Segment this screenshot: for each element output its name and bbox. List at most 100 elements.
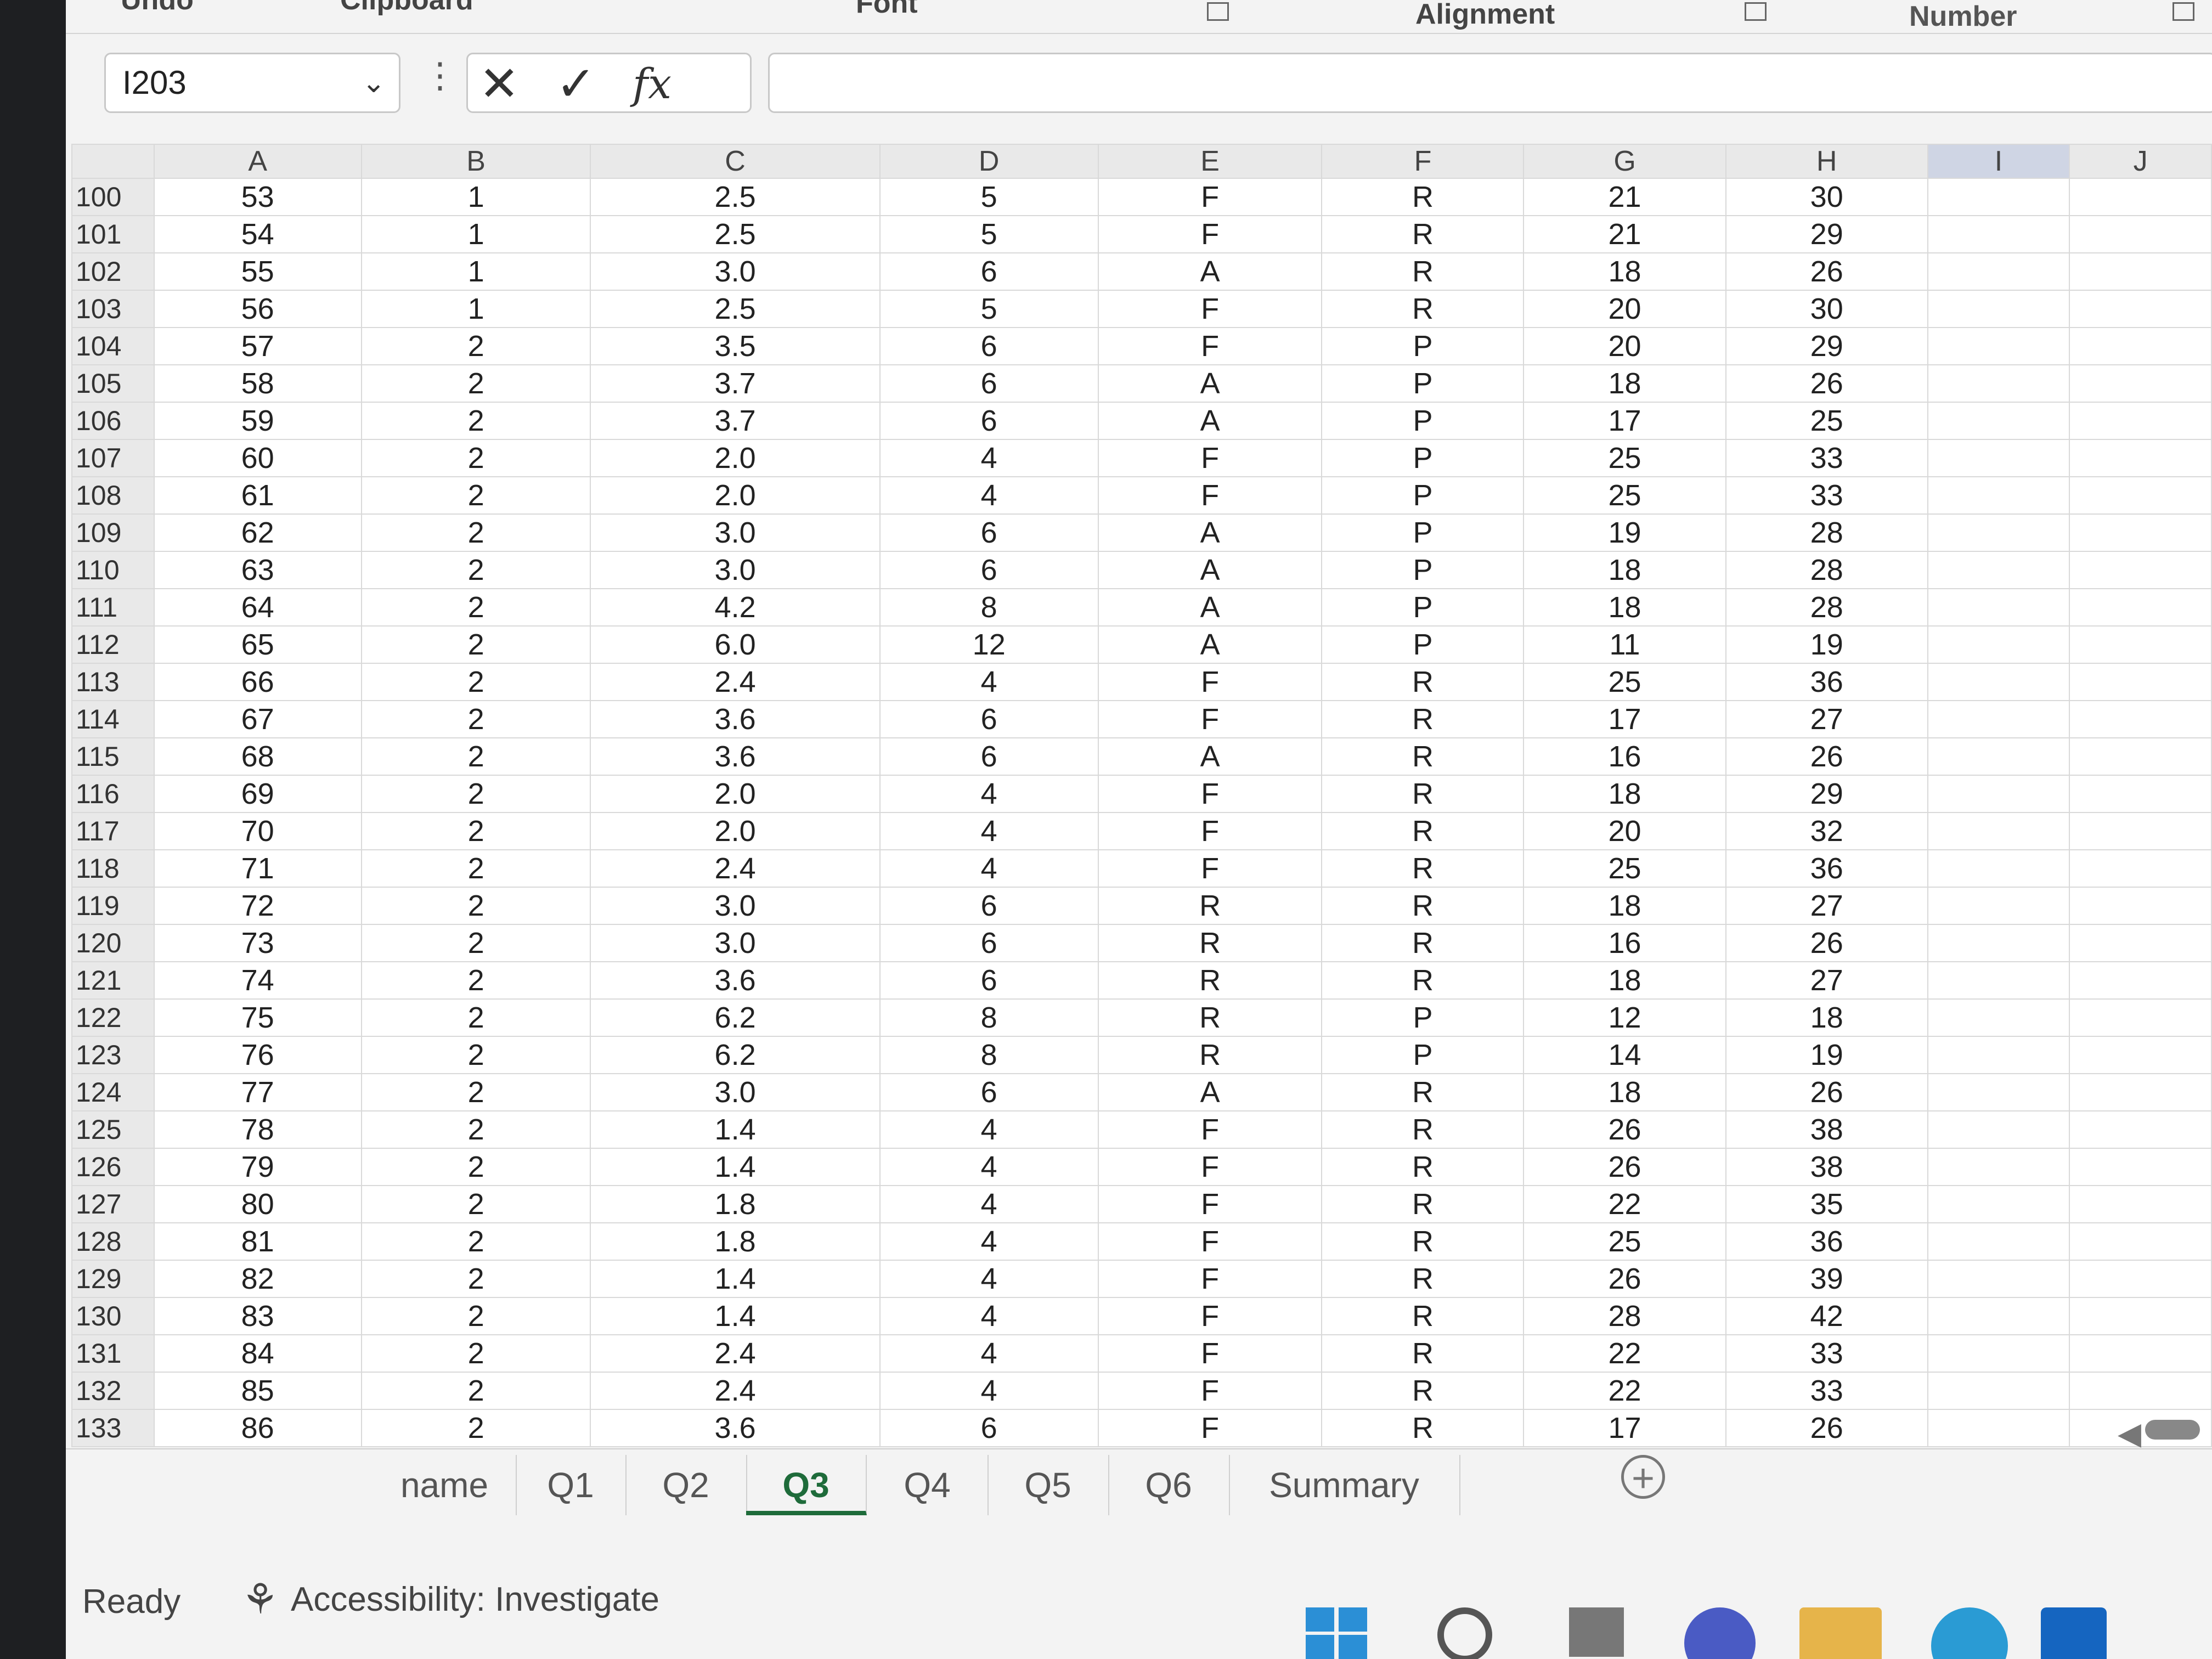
cell-a123[interactable]: 76 [153, 1036, 362, 1074]
cell-a115[interactable]: 68 [153, 737, 362, 776]
row-header[interactable]: 124 [71, 1073, 155, 1111]
cell-h127[interactable]: 35 [1725, 1185, 1928, 1223]
cell-g125[interactable]: 26 [1523, 1110, 1726, 1149]
cell-g130[interactable]: 28 [1523, 1297, 1726, 1335]
sheet-tab-q4[interactable]: Q4 [867, 1455, 989, 1515]
cell-f117[interactable]: R [1321, 812, 1525, 850]
cell-c104[interactable]: 3.5 [590, 327, 881, 365]
cell-b106[interactable]: 2 [360, 402, 591, 440]
cell-b104[interactable]: 2 [360, 327, 591, 365]
cell-j115[interactable] [2069, 737, 2212, 776]
cell-j121[interactable] [2069, 961, 2212, 1000]
cell-a109[interactable]: 62 [153, 514, 362, 552]
row-header[interactable]: 125 [71, 1110, 155, 1149]
cell-a128[interactable]: 81 [153, 1222, 362, 1261]
cell-f130[interactable]: R [1321, 1297, 1525, 1335]
cell-c130[interactable]: 1.4 [590, 1297, 881, 1335]
cell-b121[interactable]: 2 [360, 961, 591, 1000]
sheet-tab-q2[interactable]: Q2 [625, 1455, 747, 1515]
cell-c105[interactable]: 3.7 [590, 364, 881, 403]
cell-c110[interactable]: 3.0 [590, 551, 881, 589]
cell-j102[interactable] [2069, 252, 2212, 291]
cell-g110[interactable]: 18 [1523, 551, 1726, 589]
cell-f118[interactable]: R [1321, 849, 1525, 888]
cell-f133[interactable]: R [1321, 1409, 1525, 1447]
select-all-corner[interactable] [71, 144, 155, 179]
cell-h124[interactable]: 26 [1725, 1073, 1928, 1111]
cell-g119[interactable]: 18 [1523, 887, 1726, 925]
cell-b109[interactable]: 2 [360, 514, 591, 552]
cell-c111[interactable]: 4.2 [590, 588, 881, 627]
cell-e106[interactable]: A [1097, 402, 1323, 440]
cell-h100[interactable]: 30 [1725, 178, 1928, 216]
cell-a119[interactable]: 72 [153, 887, 362, 925]
cell-h111[interactable]: 28 [1725, 588, 1928, 627]
cell-d123[interactable]: 8 [879, 1036, 1099, 1074]
cell-c123[interactable]: 6.2 [590, 1036, 881, 1074]
row-header[interactable]: 116 [71, 775, 155, 813]
cell-h102[interactable]: 26 [1725, 252, 1928, 291]
chevron-down-icon[interactable]: ⌄ [362, 54, 386, 111]
cell-d130[interactable]: 4 [879, 1297, 1099, 1335]
cell-a113[interactable]: 66 [153, 663, 362, 701]
cell-c109[interactable]: 3.0 [590, 514, 881, 552]
cell-j123[interactable] [2069, 1036, 2212, 1074]
cell-h104[interactable]: 29 [1725, 327, 1928, 365]
cell-j108[interactable] [2069, 476, 2212, 515]
cell-f124[interactable]: R [1321, 1073, 1525, 1111]
cell-c119[interactable]: 3.0 [590, 887, 881, 925]
cell-a101[interactable]: 54 [153, 215, 362, 253]
cell-g129[interactable]: 26 [1523, 1260, 1726, 1298]
cell-b105[interactable]: 2 [360, 364, 591, 403]
column-header-b[interactable]: B [360, 144, 591, 179]
cell-d124[interactable]: 6 [879, 1073, 1099, 1111]
windows-start-icon[interactable] [1306, 1607, 1372, 1659]
cell-j114[interactable] [2069, 700, 2212, 738]
cell-a127[interactable]: 80 [153, 1185, 362, 1223]
column-header-e[interactable]: E [1097, 144, 1323, 179]
cell-g101[interactable]: 21 [1523, 215, 1726, 253]
cell-h133[interactable]: 26 [1725, 1409, 1928, 1447]
cell-f125[interactable]: R [1321, 1110, 1525, 1149]
cell-c129[interactable]: 1.4 [590, 1260, 881, 1298]
cell-e121[interactable]: R [1097, 961, 1323, 1000]
cell-j109[interactable] [2069, 514, 2212, 552]
cell-b112[interactable]: 2 [360, 625, 591, 664]
row-header[interactable]: 122 [71, 998, 155, 1037]
row-header[interactable]: 133 [71, 1409, 155, 1447]
cell-b127[interactable]: 2 [360, 1185, 591, 1223]
cell-j124[interactable] [2069, 1073, 2212, 1111]
cell-i111[interactable] [1927, 588, 2070, 627]
cell-d119[interactable]: 6 [879, 887, 1099, 925]
cell-c127[interactable]: 1.8 [590, 1185, 881, 1223]
cell-c128[interactable]: 1.8 [590, 1222, 881, 1261]
cell-a106[interactable]: 59 [153, 402, 362, 440]
cell-g128[interactable]: 25 [1523, 1222, 1726, 1261]
sheet-tab-summary[interactable]: Summary [1229, 1455, 1460, 1515]
cell-i100[interactable] [1927, 178, 2070, 216]
cell-f108[interactable]: P [1321, 476, 1525, 515]
cell-f107[interactable]: P [1321, 439, 1525, 477]
cell-h126[interactable]: 38 [1725, 1148, 1928, 1186]
insert-function-icon[interactable]: fx [633, 57, 672, 111]
cell-g124[interactable]: 18 [1523, 1073, 1726, 1111]
cell-f132[interactable]: R [1321, 1372, 1525, 1410]
row-header[interactable]: 110 [71, 551, 155, 589]
cell-a118[interactable]: 71 [153, 849, 362, 888]
cell-i110[interactable] [1927, 551, 2070, 589]
cell-g131[interactable]: 22 [1523, 1334, 1726, 1373]
cell-b118[interactable]: 2 [360, 849, 591, 888]
cell-j130[interactable] [2069, 1297, 2212, 1335]
cell-b120[interactable]: 2 [360, 924, 591, 962]
cell-d100[interactable]: 5 [879, 178, 1099, 216]
column-header-g[interactable]: G [1523, 144, 1726, 179]
cell-b131[interactable]: 2 [360, 1334, 591, 1373]
enter-icon[interactable]: ✓ [556, 57, 596, 111]
add-sheet-icon[interactable]: + [1621, 1455, 1665, 1499]
cell-j107[interactable] [2069, 439, 2212, 477]
cell-i108[interactable] [1927, 476, 2070, 515]
cell-b125[interactable]: 2 [360, 1110, 591, 1149]
cell-h112[interactable]: 19 [1725, 625, 1928, 664]
cell-g115[interactable]: 16 [1523, 737, 1726, 776]
row-header[interactable]: 126 [71, 1148, 155, 1186]
